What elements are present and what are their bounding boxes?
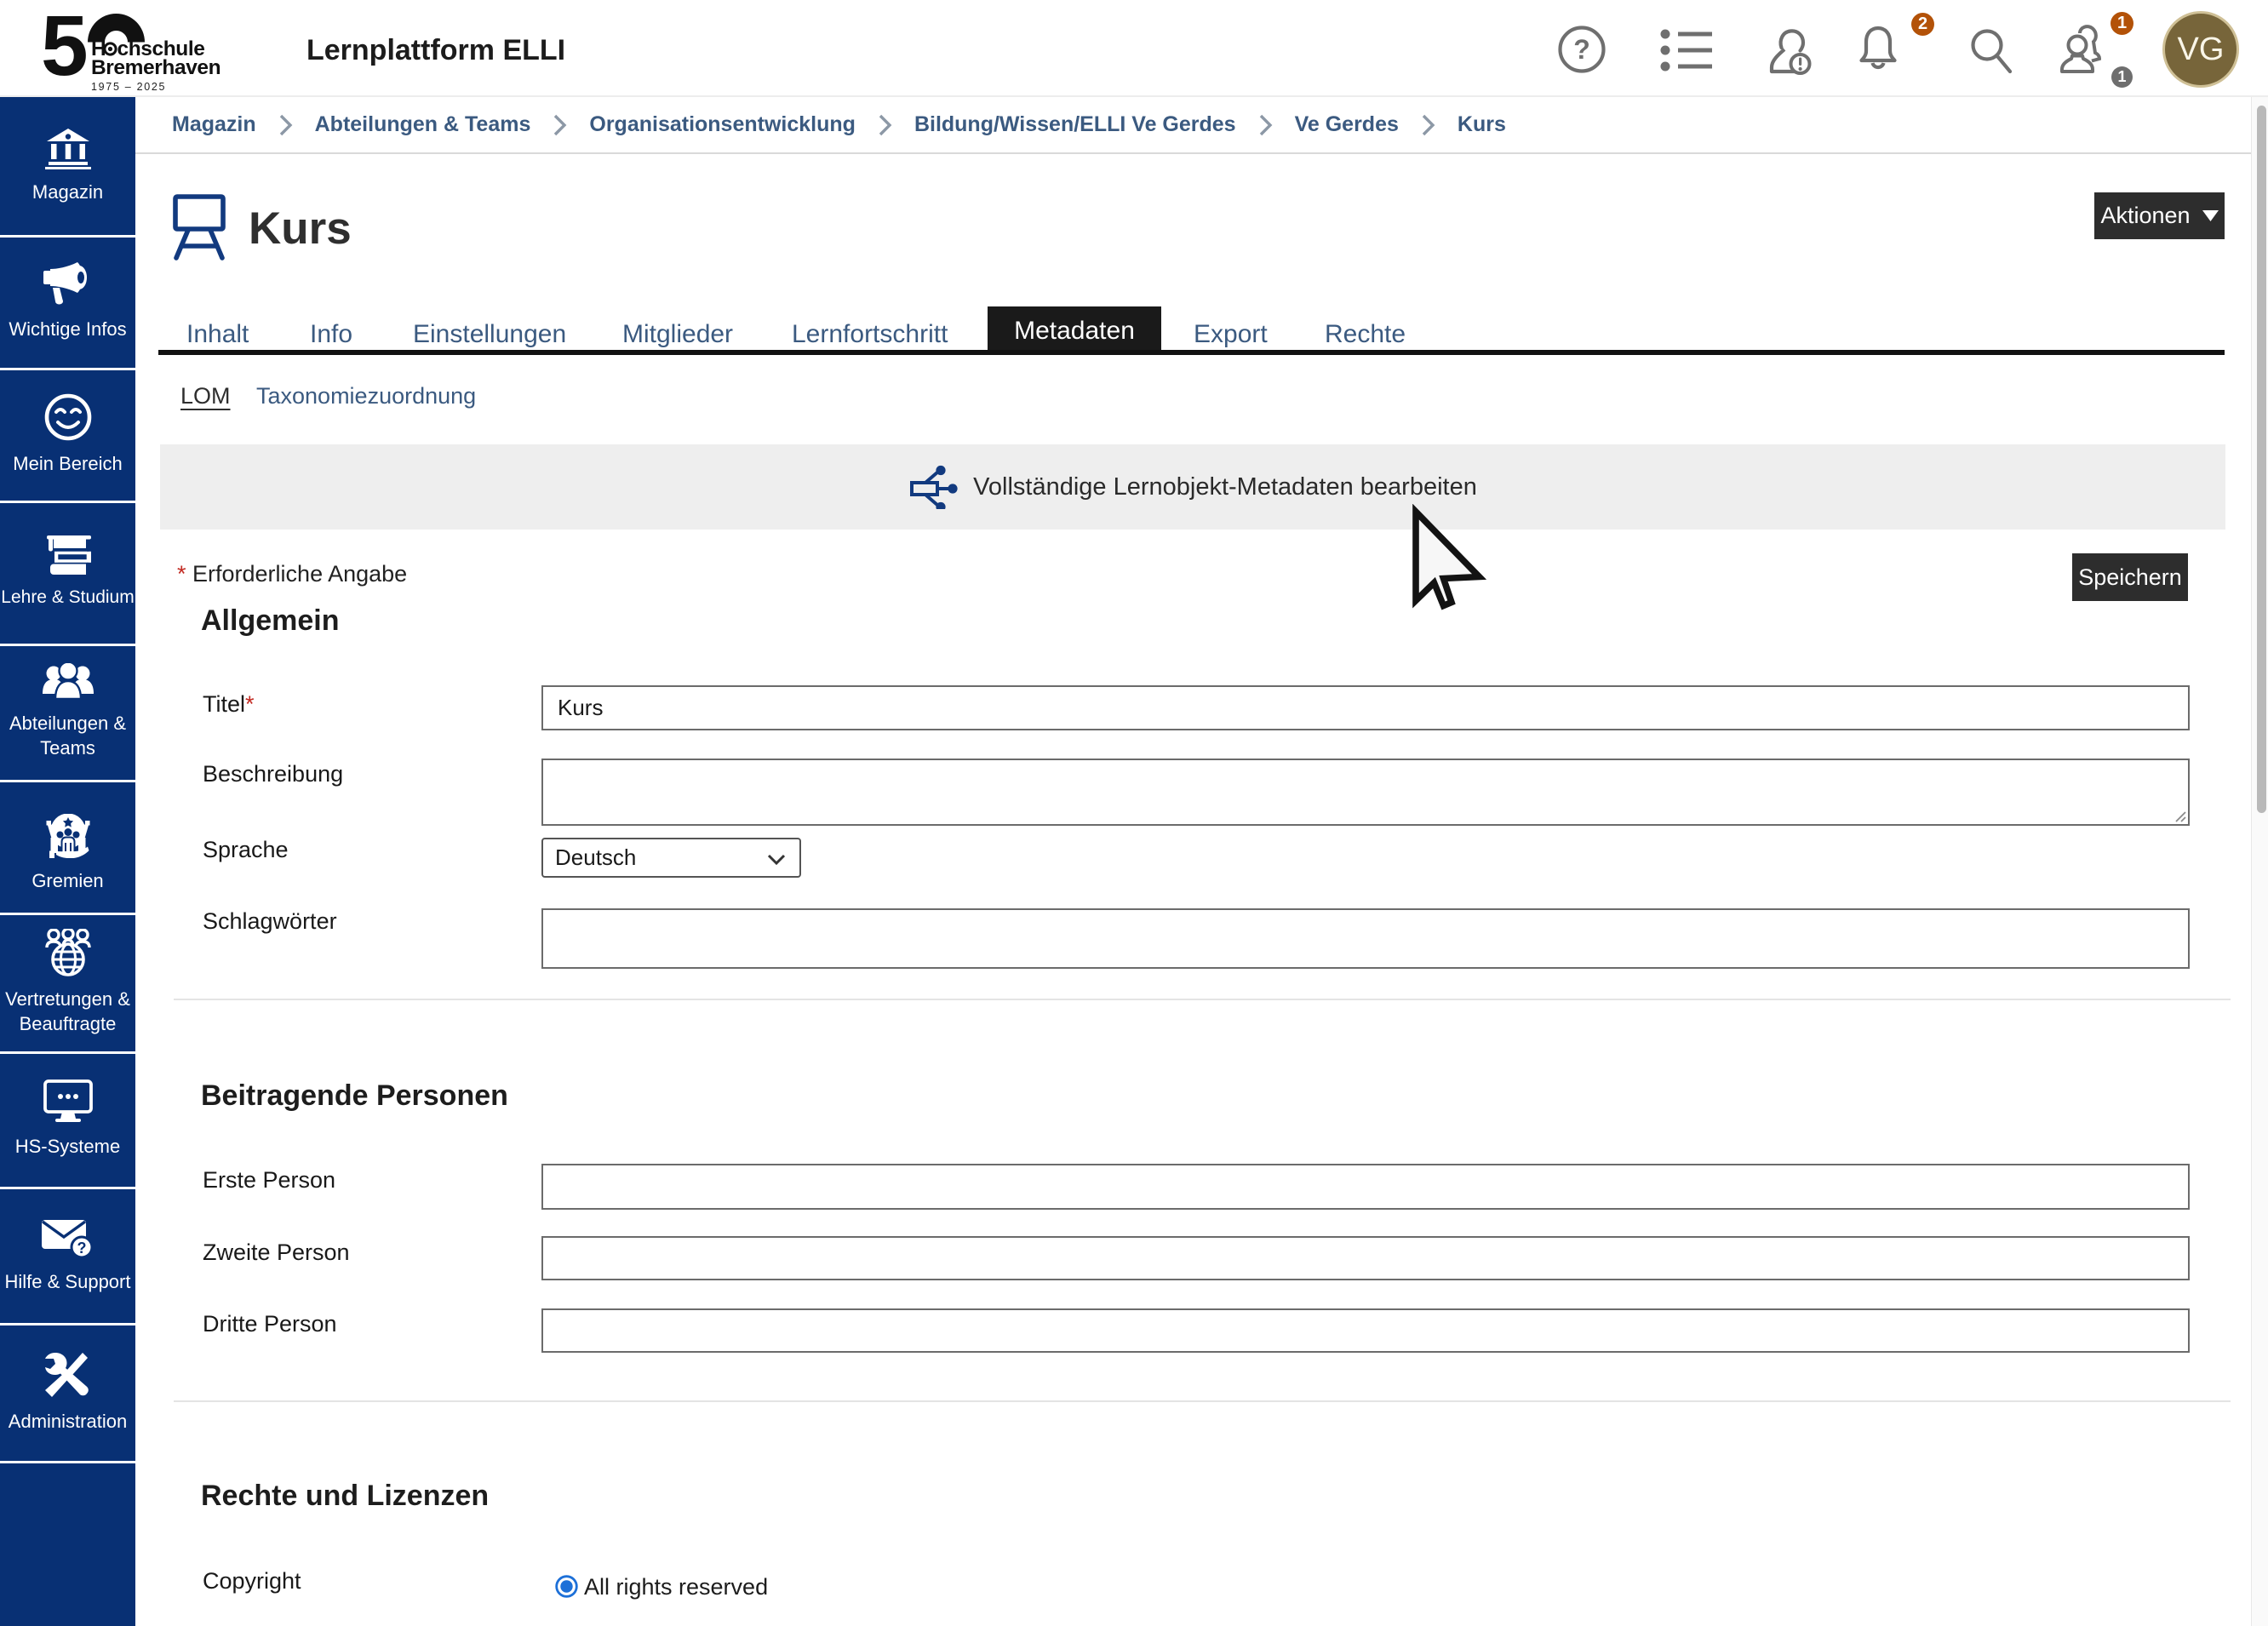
svg-text:5: 5 bbox=[41, 10, 89, 94]
svg-text:?: ? bbox=[77, 1240, 86, 1257]
svg-text:Bremerhaven: Bremerhaven bbox=[91, 56, 220, 79]
svg-text:1975 – 2025: 1975 – 2025 bbox=[91, 81, 166, 93]
svg-text:?: ? bbox=[1573, 34, 1590, 65]
